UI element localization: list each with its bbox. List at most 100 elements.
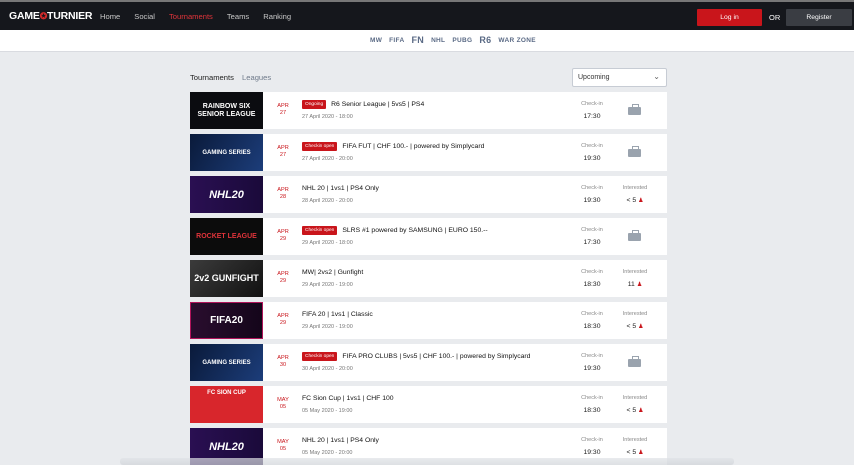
tab-leagues[interactable]: Leagues xyxy=(242,73,271,82)
tournament-datetime: 30 April 2020 - 20:00 xyxy=(302,366,353,372)
tournament-row[interactable]: 2v2 GUNFIGHT APR 29 MW| 2vs2 | Gunfight 2… xyxy=(190,260,667,297)
checkin-time: 17:30 xyxy=(583,239,601,246)
date-month: APR xyxy=(277,103,289,109)
tournament-title[interactable]: NHL 20 | 1vs1 | PS4 Only xyxy=(302,437,379,444)
tournament-list: RAINBOW SIX SENIOR LEAGUE APR 27 Ongoing R… xyxy=(190,92,667,465)
checkin-label: Check-in xyxy=(581,353,603,359)
interested-block: Interested 11 ♟ xyxy=(617,269,653,288)
tournament-title[interactable]: R6 Senior League | 5vs5 | PS4 xyxy=(331,101,424,108)
date-day: 27 xyxy=(279,152,287,158)
game-filter-mw[interactable]: MW xyxy=(370,37,382,44)
date-month: APR xyxy=(277,187,289,193)
game-filter-fortnite[interactable]: FN xyxy=(411,35,424,45)
interested-count: < 5 xyxy=(626,323,637,330)
checkin-label: Check-in xyxy=(581,143,603,149)
status-badge: Ongoing xyxy=(302,100,327,109)
nav-social[interactable]: Social xyxy=(134,2,155,30)
date-month: APR xyxy=(277,355,289,361)
tournament-title[interactable]: FC Sion Cup | 1vs1 | CHF 100 xyxy=(302,395,394,402)
date-month: MAY xyxy=(277,397,289,403)
tournament-date-block: APR 30 xyxy=(274,355,292,369)
checkin-time: 18:30 xyxy=(583,281,601,288)
nav-teams[interactable]: Teams xyxy=(227,2,249,30)
tournament-row[interactable]: RAINBOW SIX SENIOR LEAGUE APR 27 Ongoing R… xyxy=(190,92,667,129)
interested-count: < 5 xyxy=(626,407,637,414)
date-month: APR xyxy=(277,229,289,235)
checkin-label: Check-in xyxy=(581,227,603,233)
chevron-down-icon: ⌄ xyxy=(653,72,660,81)
tab-tournaments[interactable]: Tournaments xyxy=(190,73,234,82)
interested-label: Interested xyxy=(622,437,648,443)
person-icon: ♟ xyxy=(638,408,644,414)
game-filter-fifa[interactable]: FIFA xyxy=(389,37,404,44)
tournament-thumbnail: NHL20 xyxy=(190,176,263,213)
interested-count: 11 xyxy=(627,281,635,288)
tournament-row[interactable]: GAMING SERIES APR 30 Checkin open FIFA PRO… xyxy=(190,344,667,381)
game-filter-strip: MW FIFA FN NHL PUBG R6 WAR ZONE xyxy=(0,30,854,52)
checkin-time: 19:30 xyxy=(583,449,601,456)
checkin-block: Check-in 18:30 xyxy=(574,311,610,330)
tournament-row[interactable]: NHL20 APR 28 NHL 20 | 1vs1 | PS4 Only 28 … xyxy=(190,176,667,213)
game-filter-warzone[interactable]: WAR ZONE xyxy=(498,37,535,44)
tournament-date-block: APR 28 xyxy=(274,187,292,201)
date-day: 29 xyxy=(279,236,287,242)
tournament-row[interactable]: GAMING SERIES APR 27 Checkin open FIFA FUT… xyxy=(190,134,667,171)
tournament-date-block: MAY 05 xyxy=(274,439,292,453)
checkin-time: 17:30 xyxy=(583,113,601,120)
bag-icon xyxy=(628,146,641,157)
checkin-block: Check-in 18:30 xyxy=(574,395,610,414)
tournament-row[interactable]: FC SION CUP MAY 05 FC Sion Cup | 1vs1 | C… xyxy=(190,386,667,423)
tournament-date-block: MAY 05 xyxy=(274,397,292,411)
bag-icon xyxy=(628,230,641,241)
thumbnail-text: RAINBOW SIX SENIOR LEAGUE xyxy=(197,102,256,118)
tournament-title[interactable]: FIFA 20 | 1vs1 | Classic xyxy=(302,311,373,318)
thumbnail-text: ROCKET LEAGUE xyxy=(196,233,257,240)
date-month: APR xyxy=(277,313,289,319)
status-filter-select[interactable]: Upcoming ⌄ xyxy=(572,68,667,87)
interested-label: Interested xyxy=(622,269,648,275)
game-filter-r6[interactable]: R6 xyxy=(479,35,491,45)
person-icon: ♟ xyxy=(638,450,644,456)
tournament-datetime: 27 April 2020 - 20:00 xyxy=(302,156,353,162)
checkin-block: Check-in 19:30 xyxy=(574,185,610,204)
tournament-title[interactable]: FIFA PRO CLUBS | 5vs5 | CHF 100.- | powe… xyxy=(342,353,530,360)
date-day: 30 xyxy=(279,362,287,368)
nav-tournaments[interactable]: Tournaments xyxy=(168,2,213,32)
login-button[interactable]: Log in xyxy=(697,9,762,26)
nav-home[interactable]: Home xyxy=(100,2,120,30)
checkin-block: Check-in 17:30 xyxy=(574,227,610,246)
tournament-title[interactable]: MW| 2vs2 | Gunfight xyxy=(302,269,363,276)
tournament-title[interactable]: SLRS #1 powered by SAMSUNG | EURO 150.-- xyxy=(342,227,487,234)
top-navigation: GAME✪TURNIER Home Social Tournaments Tea… xyxy=(0,0,854,32)
tournament-thumbnail: FC SION CUP xyxy=(190,386,263,423)
checkin-time: 18:30 xyxy=(583,407,601,414)
thumbnail-text: FC SION CUP xyxy=(207,390,246,396)
date-month: APR xyxy=(277,271,289,277)
nav-ranking[interactable]: Ranking xyxy=(263,2,291,30)
tournament-title[interactable]: NHL 20 | 1vs1 | PS4 Only xyxy=(302,185,379,192)
tournament-thumbnail: GAMING SERIES xyxy=(190,134,263,171)
checkin-time: 19:30 xyxy=(583,365,601,372)
tournament-datetime: 05 May 2020 - 19:00 xyxy=(302,408,353,414)
thumbnail-text: FIFA20 xyxy=(210,315,243,326)
tournament-date-block: APR 29 xyxy=(274,313,292,327)
main-nav: Home Social Tournaments Teams Ranking xyxy=(100,2,305,32)
checkin-time: 19:30 xyxy=(583,155,601,162)
register-button[interactable]: Register xyxy=(786,9,852,26)
tournament-datetime: 27 April 2020 - 18:00 xyxy=(302,114,353,120)
checkin-label: Check-in xyxy=(581,185,603,191)
checkin-block: Check-in 18:30 xyxy=(574,269,610,288)
tournament-datetime: 29 April 2020 - 19:00 xyxy=(302,282,353,288)
tournament-row[interactable]: ROCKET LEAGUE APR 29 Checkin open SLRS #1 … xyxy=(190,218,667,255)
tournament-row[interactable]: FIFA20 APR 29 FIFA 20 | 1vs1 | Classic 29… xyxy=(190,302,667,339)
checkin-label: Check-in xyxy=(581,101,603,107)
horizontal-scrollbar[interactable] xyxy=(120,458,734,465)
tournament-title[interactable]: FIFA FUT | CHF 100.- | powered by Simply… xyxy=(342,143,484,150)
date-day: 05 xyxy=(279,404,287,410)
tournament-thumbnail: RAINBOW SIX SENIOR LEAGUE xyxy=(190,92,263,129)
checkin-time: 19:30 xyxy=(583,197,601,204)
game-filter-pubg[interactable]: PUBG xyxy=(452,37,472,44)
game-filter-nhl[interactable]: NHL xyxy=(431,37,445,44)
interested-block: Interested < 5 ♟ xyxy=(617,185,653,204)
site-logo[interactable]: GAME✪TURNIER xyxy=(9,10,93,22)
